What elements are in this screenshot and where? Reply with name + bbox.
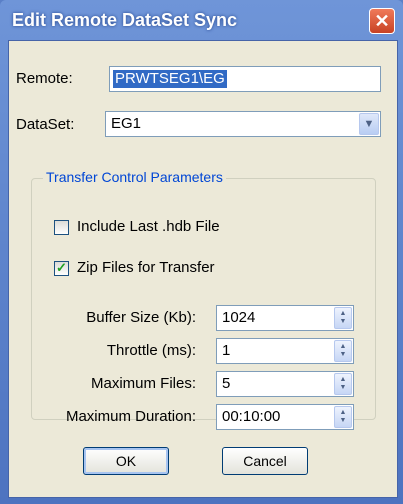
spin-up-icon[interactable]: ▲ [340, 376, 347, 384]
window-title: Edit Remote DataSet Sync [12, 10, 238, 30]
spin-up-icon[interactable]: ▲ [340, 409, 347, 417]
zip-files-label[interactable]: Zip Files for Transfer [77, 259, 215, 276]
cancel-button[interactable]: Cancel [222, 447, 308, 475]
maximum-duration-value: 00:10:00 [222, 408, 281, 425]
transfer-control-group: Transfer Control Parameters Include Last… [31, 169, 376, 430]
dataset-select-value: EG1 [111, 115, 142, 132]
throttle-value: 1 [222, 342, 231, 359]
buffer-size-value: 1024 [222, 309, 256, 326]
maximum-files-spinner[interactable]: ▲ ▼ [334, 373, 352, 395]
throttle-label: Throttle (ms): [106, 342, 196, 359]
maximum-files-input[interactable]: 5 ▲ ▼ [216, 371, 354, 397]
remote-label: Remote: [16, 70, 73, 87]
include-last-hdb-label[interactable]: Include Last .hdb File [77, 218, 220, 235]
spin-down-icon[interactable]: ▼ [340, 417, 347, 425]
chevron-down-icon: ▼ [363, 118, 375, 130]
maximum-files-value: 5 [222, 375, 231, 392]
buffer-size-spinner[interactable]: ▲ ▼ [334, 307, 352, 329]
dataset-select[interactable]: EG1 ▼ [105, 111, 381, 137]
buffer-size-label: Buffer Size (Kb): [86, 309, 196, 326]
dataset-dropdown-button[interactable]: ▼ [359, 113, 379, 135]
maximum-duration-label: Maximum Duration: [65, 408, 196, 425]
spin-down-icon[interactable]: ▼ [340, 318, 347, 326]
spin-down-icon[interactable]: ▼ [340, 384, 347, 392]
spin-up-icon[interactable]: ▲ [340, 310, 347, 318]
dialog-window: Edit Remote DataSet Sync ✕ Remote: PRWTS… [0, 0, 403, 504]
throttle-spinner[interactable]: ▲ ▼ [334, 340, 352, 362]
remote-input-value: PRWTSEG1\EG [113, 70, 227, 88]
remote-input[interactable]: PRWTSEG1\EG [109, 66, 381, 92]
dialog-client-area: Remote: PRWTSEG1\EG DataSet: EG1 ▼ Trans… [8, 40, 398, 498]
maximum-duration-input[interactable]: 00:10:00 ▲ ▼ [216, 404, 354, 430]
spin-down-icon[interactable]: ▼ [340, 351, 347, 359]
close-icon: ✕ [374, 11, 390, 31]
include-last-hdb-checkbox[interactable] [54, 220, 69, 235]
check-icon: ✓ [56, 260, 67, 275]
throttle-input[interactable]: 1 ▲ ▼ [216, 338, 354, 364]
title-bar[interactable]: Edit Remote DataSet Sync ✕ [0, 0, 403, 40]
maximum-duration-spinner[interactable]: ▲ ▼ [334, 406, 352, 428]
buffer-size-input[interactable]: 1024 ▲ ▼ [216, 305, 354, 331]
dataset-label: DataSet: [16, 116, 75, 133]
spin-up-icon[interactable]: ▲ [340, 343, 347, 351]
group-title: Transfer Control Parameters [43, 169, 226, 185]
zip-files-checkbox[interactable]: ✓ [54, 260, 69, 276]
close-button[interactable]: ✕ [369, 8, 395, 34]
maximum-files-label: Maximum Files: [90, 375, 196, 392]
ok-button[interactable]: OK [83, 447, 169, 475]
